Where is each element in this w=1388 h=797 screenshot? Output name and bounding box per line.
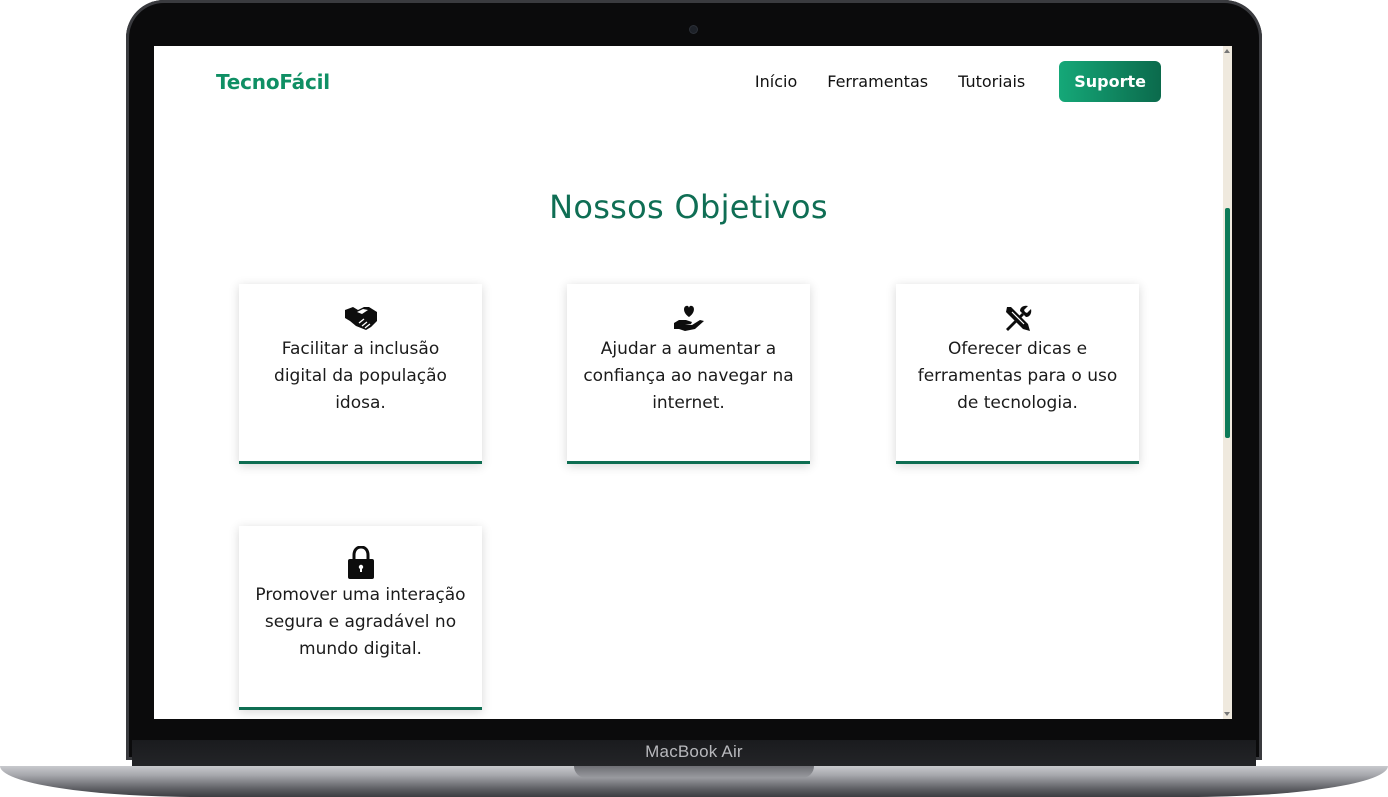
nav-link-inicio[interactable]: Início <box>755 72 797 91</box>
nav-links: Início Ferramentas Tutoriais Suporte <box>755 61 1161 102</box>
handshake-icon <box>239 304 482 334</box>
laptop-notch <box>574 766 814 778</box>
browser-viewport: TecnoFácil Início Ferramentas Tutoriais … <box>154 46 1232 719</box>
site-logo[interactable]: TecnoFácil <box>216 70 330 94</box>
scrollbar-thumb[interactable] <box>1225 208 1230 438</box>
objective-text: Facilitar a inclusão digital da populaçã… <box>274 339 447 413</box>
scroll-down-icon[interactable] <box>1224 712 1230 716</box>
lock-icon <box>239 546 482 579</box>
objective-text: Promover uma interação segura e agradáve… <box>255 585 466 659</box>
nav-link-tutoriais[interactable]: Tutoriais <box>958 72 1025 91</box>
objective-text: Ajudar a aumentar a confiança ao navegar… <box>583 339 794 413</box>
laptop-frame: MacBook Air TecnoFácil Início Ferramenta… <box>0 0 1388 797</box>
camera-icon <box>690 26 697 33</box>
scrollbar[interactable] <box>1223 46 1232 719</box>
nav-link-ferramentas[interactable]: Ferramentas <box>827 72 928 91</box>
navbar: TecnoFácil Início Ferramentas Tutoriais … <box>154 46 1223 120</box>
objective-card: Oferecer dicas e ferramentas para o uso … <box>896 284 1139 464</box>
hand-heart-icon <box>567 304 810 334</box>
device-label: MacBook Air <box>645 742 743 761</box>
section-title: Nossos Objetivos <box>549 188 828 226</box>
support-button[interactable]: Suporte <box>1059 61 1161 102</box>
objective-card: Promover uma interação segura e agradáve… <box>239 526 482 710</box>
objective-text: Oferecer dicas e ferramentas para o uso … <box>917 339 1118 413</box>
tools-icon <box>896 304 1139 334</box>
objective-card: Ajudar a aumentar a confiança ao navegar… <box>567 284 810 464</box>
objective-card: Facilitar a inclusão digital da populaçã… <box>239 284 482 464</box>
scroll-up-icon[interactable] <box>1224 49 1230 53</box>
